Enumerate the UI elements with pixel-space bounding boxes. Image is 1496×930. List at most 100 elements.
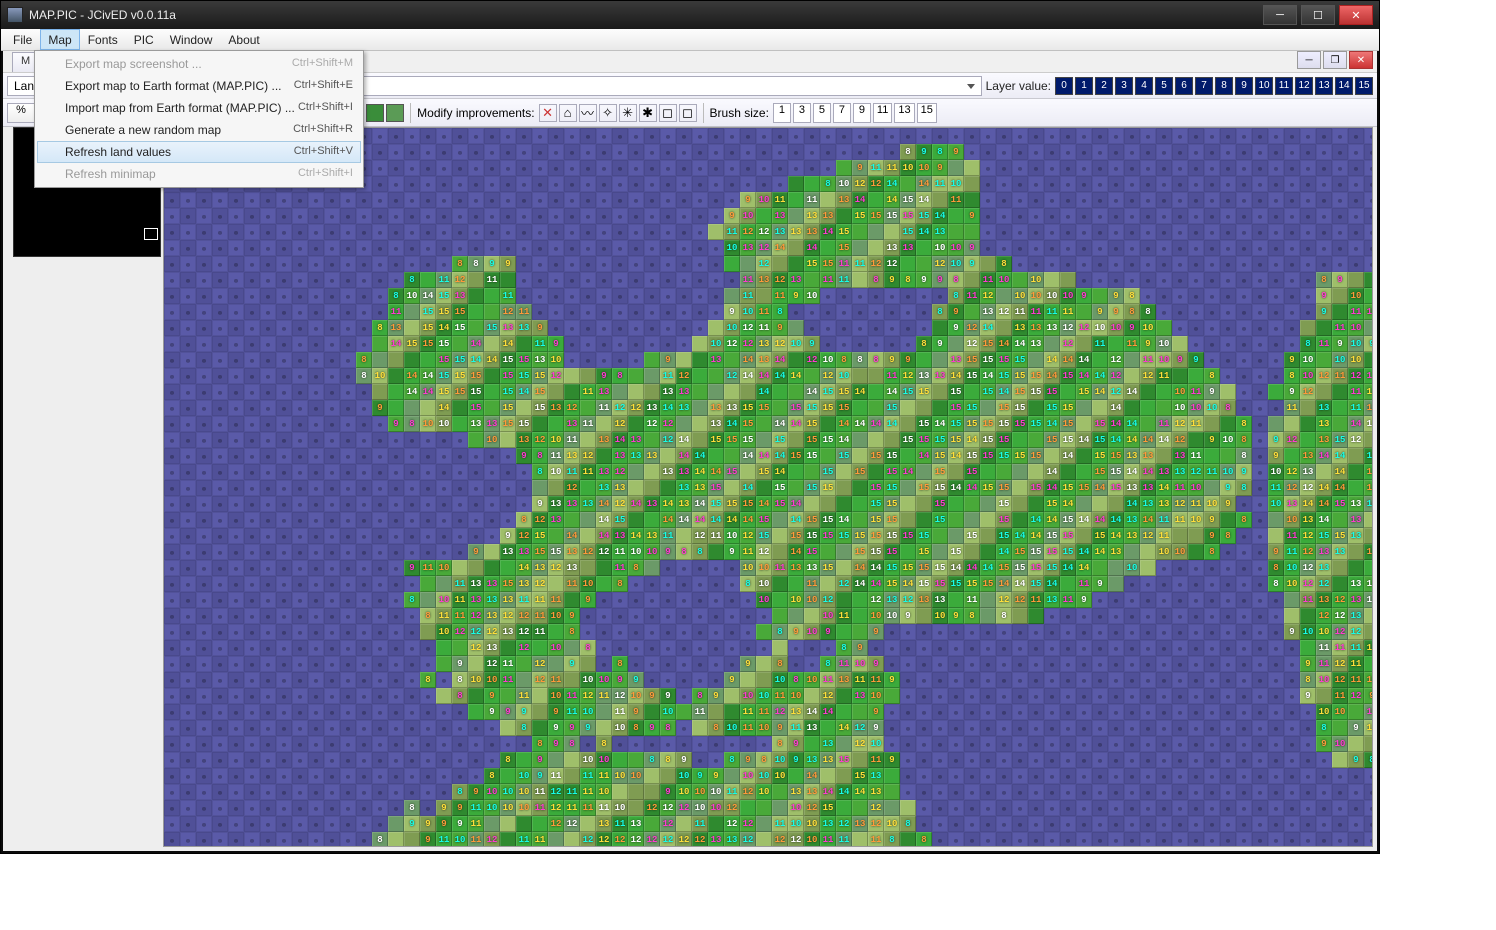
land-tile[interactable]: 9 [1108,304,1124,320]
ocean-tile[interactable] [436,528,452,544]
ocean-tile[interactable] [404,656,420,672]
land-tile[interactable]: 11 [612,816,628,832]
land-tile[interactable]: 11 [500,656,516,672]
land-tile[interactable] [644,768,660,784]
ocean-tile[interactable] [1236,544,1252,560]
land-tile[interactable] [676,528,692,544]
land-tile[interactable]: 12 [1300,576,1316,592]
ocean-tile[interactable] [1252,544,1268,560]
land-tile[interactable] [932,192,948,208]
ocean-tile[interactable] [484,736,500,752]
ocean-tile[interactable] [1124,800,1140,816]
land-tile[interactable]: 13 [1124,480,1140,496]
land-tile[interactable] [1316,384,1332,400]
land-tile[interactable] [884,768,900,784]
ocean-tile[interactable] [1300,816,1316,832]
land-tile[interactable]: 13 [868,784,884,800]
land-tile[interactable]: 13 [500,320,516,336]
ocean-tile[interactable] [628,224,644,240]
land-tile[interactable] [532,480,548,496]
land-tile[interactable]: 15 [996,496,1012,512]
ocean-tile[interactable] [1188,240,1204,256]
land-tile[interactable] [980,528,996,544]
ocean-tile[interactable] [1236,528,1252,544]
land-tile[interactable]: 8 [452,784,468,800]
ocean-tile[interactable] [388,240,404,256]
ocean-tile[interactable] [1092,704,1108,720]
land-tile[interactable] [820,192,836,208]
ocean-tile[interactable] [1204,160,1220,176]
ocean-tile[interactable] [308,416,324,432]
ocean-tile[interactable] [372,240,388,256]
ocean-tile[interactable] [228,480,244,496]
ocean-tile[interactable] [1140,272,1156,288]
land-tile[interactable]: 12 [548,560,564,576]
ocean-tile[interactable] [724,144,740,160]
ocean-tile[interactable] [420,160,436,176]
ocean-tile[interactable] [644,208,660,224]
ocean-tile[interactable] [740,176,756,192]
land-tile[interactable] [964,544,980,560]
land-tile[interactable] [1108,576,1124,592]
ocean-tile[interactable] [260,560,276,576]
ocean-tile[interactable] [1012,816,1028,832]
ocean-tile[interactable] [1108,752,1124,768]
land-tile[interactable]: 10 [772,672,788,688]
land-tile[interactable]: 15 [772,432,788,448]
ocean-tile[interactable] [532,160,548,176]
land-tile[interactable]: 15 [932,432,948,448]
land-tile[interactable]: 14 [1124,464,1140,480]
ocean-tile[interactable] [228,416,244,432]
land-tile[interactable]: 11 [980,272,996,288]
land-tile[interactable]: 14 [1124,496,1140,512]
land-tile[interactable]: 12 [644,416,660,432]
land-tile[interactable]: 11 [740,720,756,736]
ocean-tile[interactable] [1252,288,1268,304]
land-tile[interactable]: 9 [1316,288,1332,304]
ocean-tile[interactable] [308,320,324,336]
ocean-tile[interactable] [724,608,740,624]
land-tile[interactable]: 14 [868,576,884,592]
ocean-tile[interactable] [276,736,292,752]
ocean-tile[interactable] [244,208,260,224]
ocean-tile[interactable] [628,160,644,176]
ocean-tile[interactable] [676,608,692,624]
ocean-tile[interactable] [180,416,196,432]
ocean-tile[interactable] [1044,624,1060,640]
land-tile[interactable] [756,832,772,847]
ocean-tile[interactable] [676,592,692,608]
land-tile[interactable] [1300,432,1316,448]
ocean-tile[interactable] [276,480,292,496]
land-tile[interactable] [948,336,964,352]
ocean-tile[interactable] [1092,688,1108,704]
ocean-tile[interactable] [980,720,996,736]
land-tile[interactable]: 9 [420,816,436,832]
ocean-tile[interactable] [196,608,212,624]
land-tile[interactable]: 14 [596,496,612,512]
ocean-tile[interactable] [676,176,692,192]
land-tile[interactable]: 12 [900,592,916,608]
land-tile[interactable]: 9 [1284,352,1300,368]
ocean-tile[interactable] [1044,240,1060,256]
ocean-tile[interactable] [1092,720,1108,736]
ocean-tile[interactable] [324,736,340,752]
land-tile[interactable]: 8 [900,144,916,160]
land-tile[interactable]: 13 [500,592,516,608]
ocean-tile[interactable] [340,544,356,560]
land-tile[interactable] [644,480,660,496]
ocean-tile[interactable] [1300,800,1316,816]
land-tile[interactable]: 11 [468,816,484,832]
land-tile[interactable]: 15 [1028,416,1044,432]
land-tile[interactable] [548,416,564,432]
ocean-tile[interactable] [452,176,468,192]
land-tile[interactable] [836,800,852,816]
ocean-tile[interactable] [452,512,468,528]
land-tile[interactable]: 12 [740,336,756,352]
land-tile[interactable]: 14 [708,512,724,528]
ocean-tile[interactable] [308,352,324,368]
ocean-tile[interactable] [660,192,676,208]
ocean-tile[interactable] [1236,720,1252,736]
land-tile[interactable] [532,720,548,736]
land-tile[interactable] [1332,560,1348,576]
ocean-tile[interactable] [1156,704,1172,720]
